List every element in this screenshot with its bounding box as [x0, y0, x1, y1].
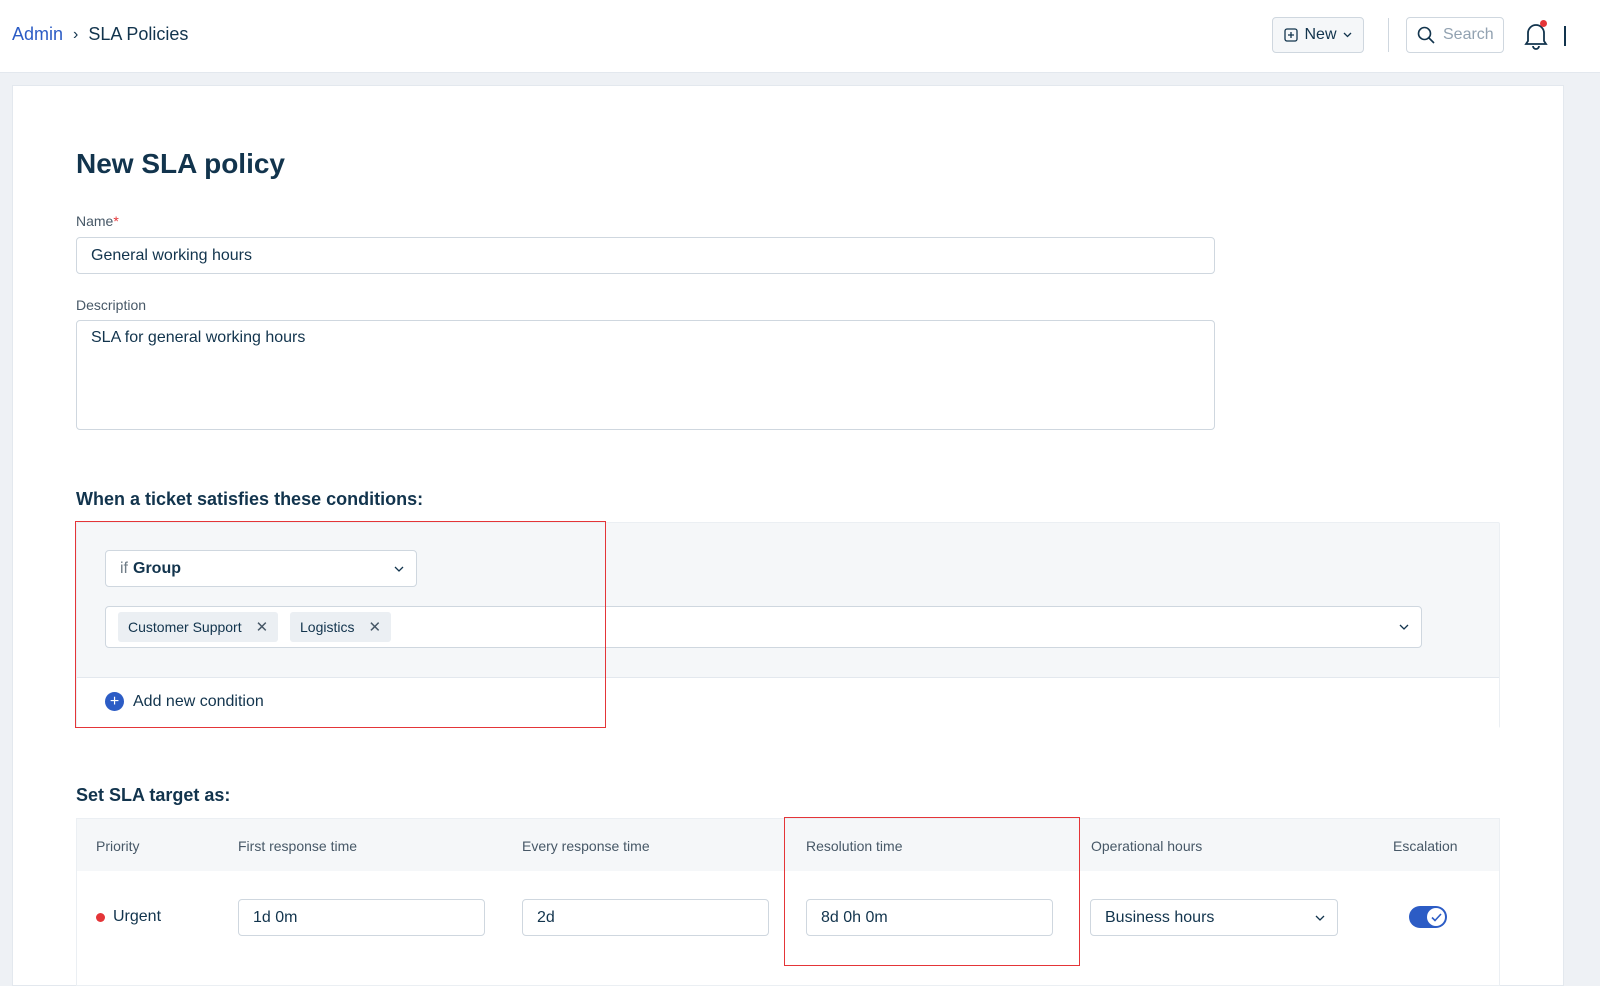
new-button[interactable]: New [1272, 17, 1364, 53]
column-header-every-response: Every response time [522, 838, 650, 854]
search-icon [1417, 26, 1435, 44]
breadcrumb-separator: › [73, 25, 79, 43]
highlight-box-resolution [784, 817, 1080, 966]
breadcrumb-current: SLA Policies [88, 24, 189, 44]
description-label: Description [76, 297, 147, 313]
sla-target-title: Set SLA target as: [76, 785, 231, 805]
name-value: General working hours [91, 246, 252, 264]
notification-dot [1540, 20, 1547, 27]
new-button-label: New [1304, 26, 1337, 43]
first-response-input[interactable]: 1d 0m [238, 899, 485, 936]
description-value: SLA for general working hours [91, 329, 306, 346]
escalation-toggle[interactable] [1409, 906, 1447, 928]
chevron-down-icon [1343, 32, 1351, 38]
priority-dot [96, 912, 105, 922]
toggle-knob [1427, 908, 1445, 926]
column-header-priority: Priority [96, 838, 140, 854]
conditions-title: When a ticket satisfies these conditions… [76, 489, 424, 509]
breadcrumb: Admin › SLA Policies [12, 24, 188, 45]
breadcrumb-admin-link[interactable]: Admin [12, 24, 63, 45]
page-title: New SLA policy [76, 148, 286, 179]
description-field[interactable]: SLA for general working hours [76, 320, 1215, 430]
operational-hours-value: Business hours [1105, 908, 1215, 926]
plus-square-icon [1284, 28, 1299, 42]
name-label: Name* [76, 213, 119, 229]
check-icon [1430, 912, 1442, 922]
profile-edge [1564, 26, 1566, 46]
search-placeholder: Search [1443, 26, 1494, 43]
highlight-box-conditions [75, 521, 606, 728]
search-button[interactable]: Search [1406, 17, 1504, 53]
header-divider [1388, 18, 1389, 52]
column-header-escalation: Escalation [1393, 838, 1458, 854]
column-header-first-response: First response time [238, 838, 358, 854]
first-response-value: 1d 0m [253, 908, 298, 926]
chevron-down-icon [1315, 915, 1325, 921]
column-header-operational-hours: Operational hours [1091, 838, 1203, 854]
every-response-value: 2d [537, 908, 555, 926]
operational-hours-select[interactable]: Business hours [1090, 899, 1338, 936]
required-marker: * [113, 213, 119, 229]
priority-label: Urgent [113, 908, 162, 925]
name-field[interactable]: General working hours [76, 237, 1215, 274]
chevron-down-icon[interactable] [1399, 624, 1409, 630]
priority-cell: Urgent [96, 908, 161, 926]
every-response-input[interactable]: 2d [522, 899, 769, 936]
name-label-text: Name [76, 213, 114, 229]
